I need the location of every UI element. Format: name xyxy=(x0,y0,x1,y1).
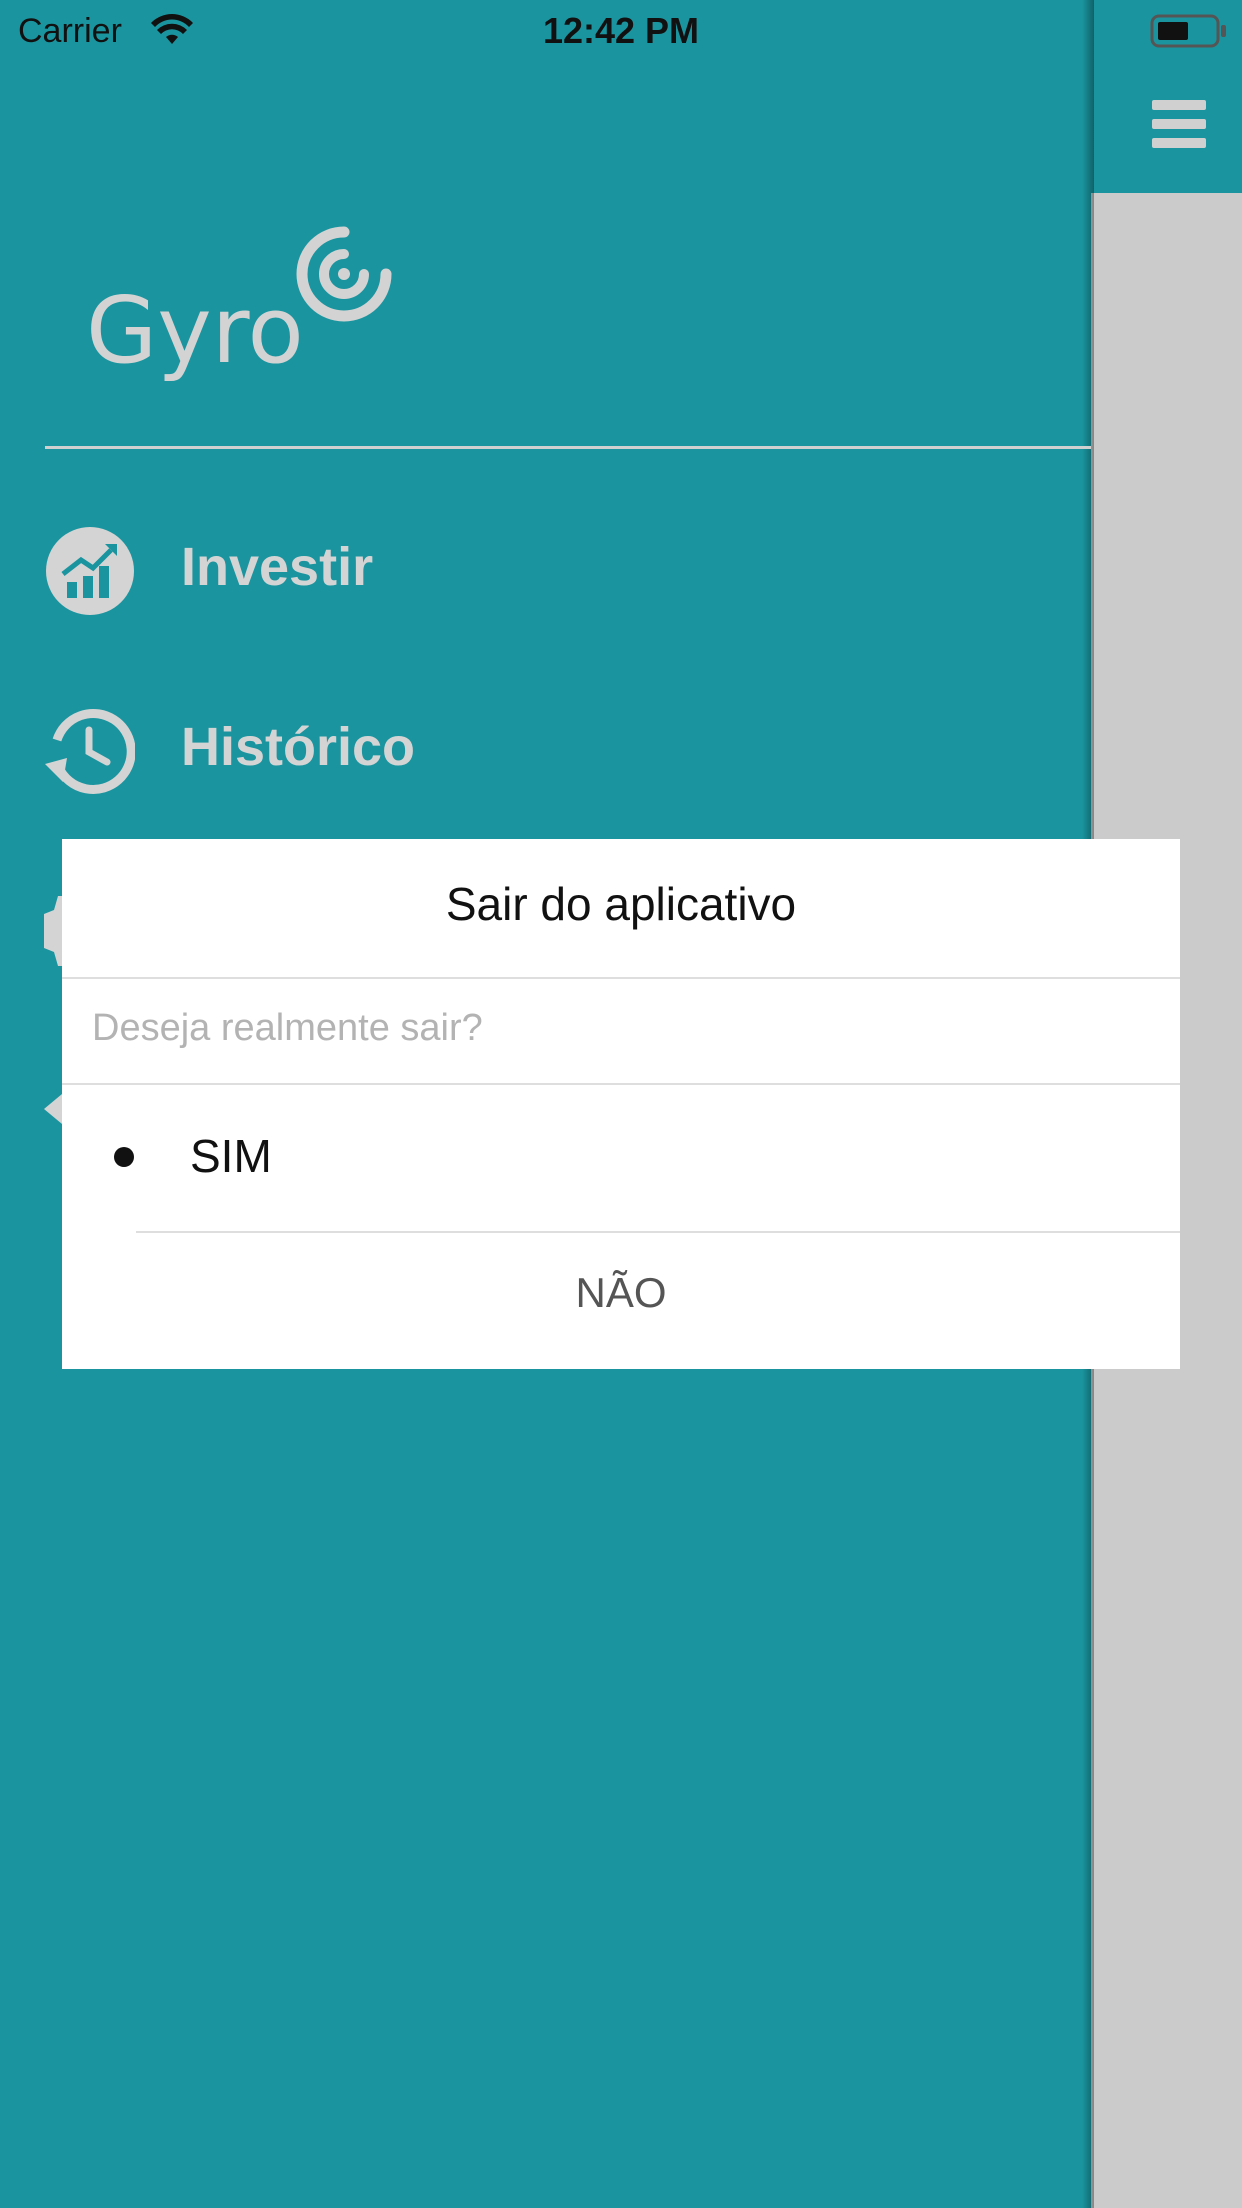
option-nao-button[interactable]: NÃO xyxy=(62,1233,1180,1369)
menu-item-investir[interactable]: Investir xyxy=(45,526,745,626)
hamburger-icon[interactable] xyxy=(1152,100,1206,148)
selected-bullet-icon xyxy=(114,1147,134,1167)
dialog-title: Sair do aplicativo xyxy=(445,878,797,930)
back-arrow-icon[interactable] xyxy=(44,1092,64,1126)
gear-icon[interactable] xyxy=(44,896,64,966)
logo-text: Gyro xyxy=(86,277,304,384)
option-sim-label: SIM xyxy=(190,1130,272,1182)
menu-label-historico: Histórico xyxy=(181,717,416,777)
chart-growth-icon xyxy=(46,527,134,615)
gyro-logo: Gyro xyxy=(86,226,392,384)
menu-item-historico[interactable]: Histórico xyxy=(45,706,745,806)
battery-icon xyxy=(1150,14,1226,48)
dialog-divider xyxy=(62,977,1180,979)
dialog-message: Deseja realmente sair? xyxy=(92,1007,483,1049)
menu-label-investir: Investir xyxy=(181,537,374,597)
exit-dialog: Sair do aplicativo Deseja realmente sair… xyxy=(62,839,1180,1369)
history-icon xyxy=(45,709,135,794)
status-time: 12:42 PM xyxy=(542,10,700,51)
option-nao-label: NÃO xyxy=(575,1269,667,1316)
option-sim-button[interactable]: SIM xyxy=(62,1085,1180,1231)
status-bar: Carrier 12:42 PM xyxy=(0,0,1242,62)
drawer-divider xyxy=(45,446,1091,449)
